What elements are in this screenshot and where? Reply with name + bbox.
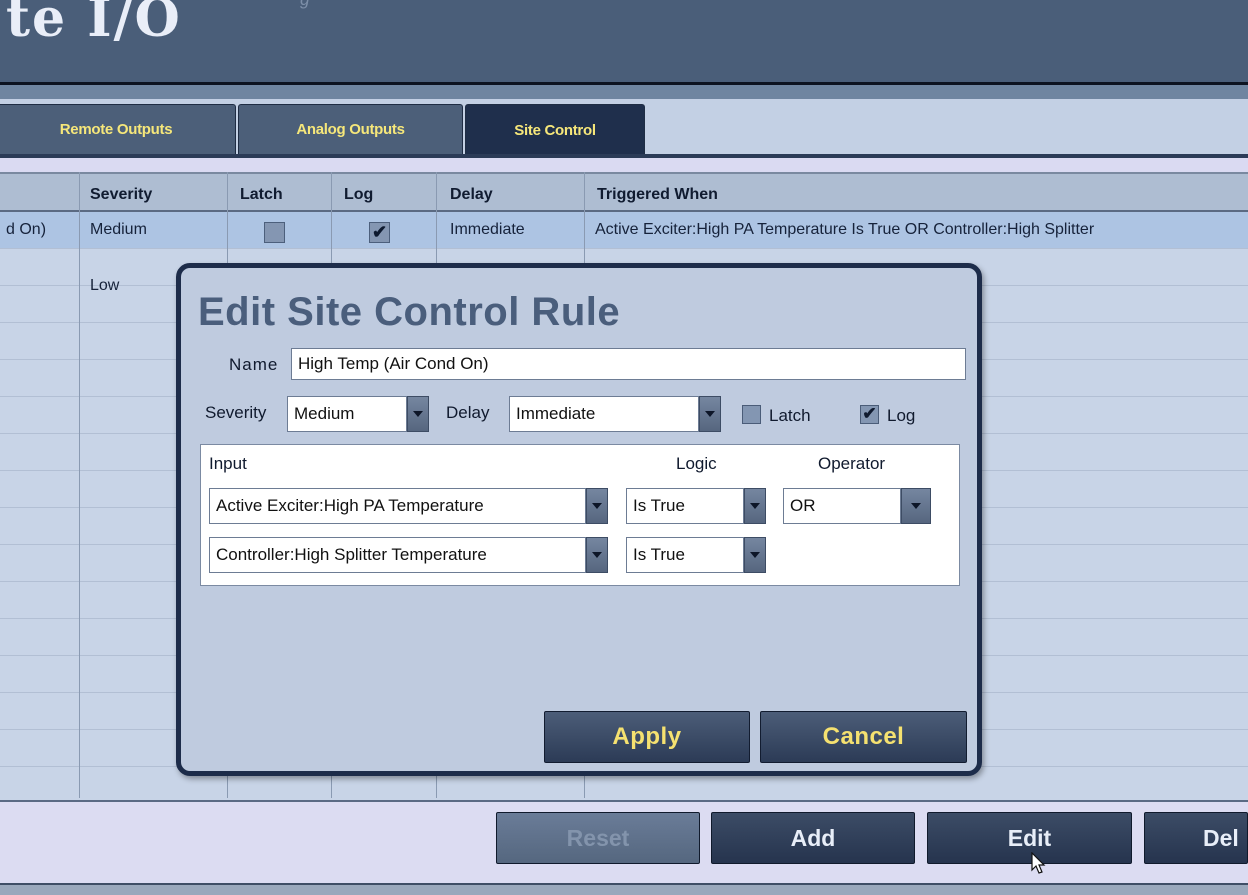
logic-select[interactable]: Is True <box>626 537 744 573</box>
reset-button[interactable]: Reset <box>496 812 700 864</box>
log-checkbox[interactable]: ✔ <box>369 222 390 243</box>
chevron-down-icon[interactable] <box>699 396 721 432</box>
severity-cell: Medium <box>90 221 147 238</box>
header-text-fragment: g <box>300 0 309 10</box>
chevron-down-icon[interactable] <box>744 537 766 573</box>
app-header <box>0 0 1248 85</box>
delay-label: Delay <box>446 403 490 422</box>
log-checkbox[interactable]: ✔ <box>860 405 879 424</box>
apply-button[interactable]: Apply <box>544 711 750 763</box>
delay-select[interactable]: Immediate <box>509 396 699 432</box>
column-header-delay[interactable]: Delay <box>450 186 493 204</box>
rule-name-cell: d On) <box>6 221 47 238</box>
name-input[interactable]: High Temp (Air Cond On) <box>291 348 966 380</box>
tab-remote-outputs[interactable]: Remote Outputs <box>0 104 236 154</box>
log-label: Log <box>887 406 916 425</box>
delete-button[interactable]: Del <box>1144 812 1248 864</box>
name-label: Name <box>229 355 279 374</box>
column-header-triggered-when[interactable]: Triggered When <box>597 186 718 204</box>
latch-checkbox[interactable] <box>264 222 285 243</box>
latch-label: Latch <box>769 406 811 425</box>
logic-select[interactable]: Is True <box>626 488 744 524</box>
tab-site-control[interactable]: Site Control <box>465 104 645 156</box>
chevron-down-icon[interactable] <box>586 537 608 573</box>
operator-column-label: Operator <box>818 454 886 473</box>
add-button[interactable]: Add <box>711 812 915 864</box>
column-header-severity[interactable]: Severity <box>90 186 152 204</box>
operator-select[interactable]: OR <box>783 488 901 524</box>
cancel-button[interactable]: Cancel <box>760 711 967 763</box>
input-column-label: Input <box>209 454 247 473</box>
chevron-down-icon[interactable] <box>407 396 429 432</box>
edit-button[interactable]: Edit <box>927 812 1132 864</box>
column-header-latch[interactable]: Latch <box>240 186 283 204</box>
bottom-border <box>0 883 1248 895</box>
tab-spacer <box>0 158 1248 172</box>
delay-cell: Immediate <box>450 221 525 238</box>
column-header-log[interactable]: Log <box>344 186 373 204</box>
triggered-when-cell: Active Exciter:High PA Temperature Is Tr… <box>595 221 1095 238</box>
app-title: te I/O <box>6 0 182 49</box>
header-separator <box>0 85 1248 99</box>
severity-label: Severity <box>205 403 267 422</box>
severity-cell: Low <box>90 277 120 294</box>
mouse-pointer-icon <box>1031 852 1046 874</box>
severity-select[interactable]: Medium <box>287 396 407 432</box>
chevron-down-icon[interactable] <box>901 488 931 524</box>
column-divider <box>79 172 80 798</box>
latch-checkbox[interactable] <box>742 405 761 424</box>
chevron-down-icon[interactable] <box>586 488 608 524</box>
input-select[interactable]: Controller:High Splitter Temperature <box>209 537 586 573</box>
chevron-down-icon[interactable] <box>744 488 766 524</box>
input-select[interactable]: Active Exciter:High PA Temperature <box>209 488 586 524</box>
logic-column-label: Logic <box>676 454 717 473</box>
dialog-title: Edit Site Control Rule <box>198 290 621 334</box>
tab-analog-outputs[interactable]: Analog Outputs <box>238 104 463 154</box>
